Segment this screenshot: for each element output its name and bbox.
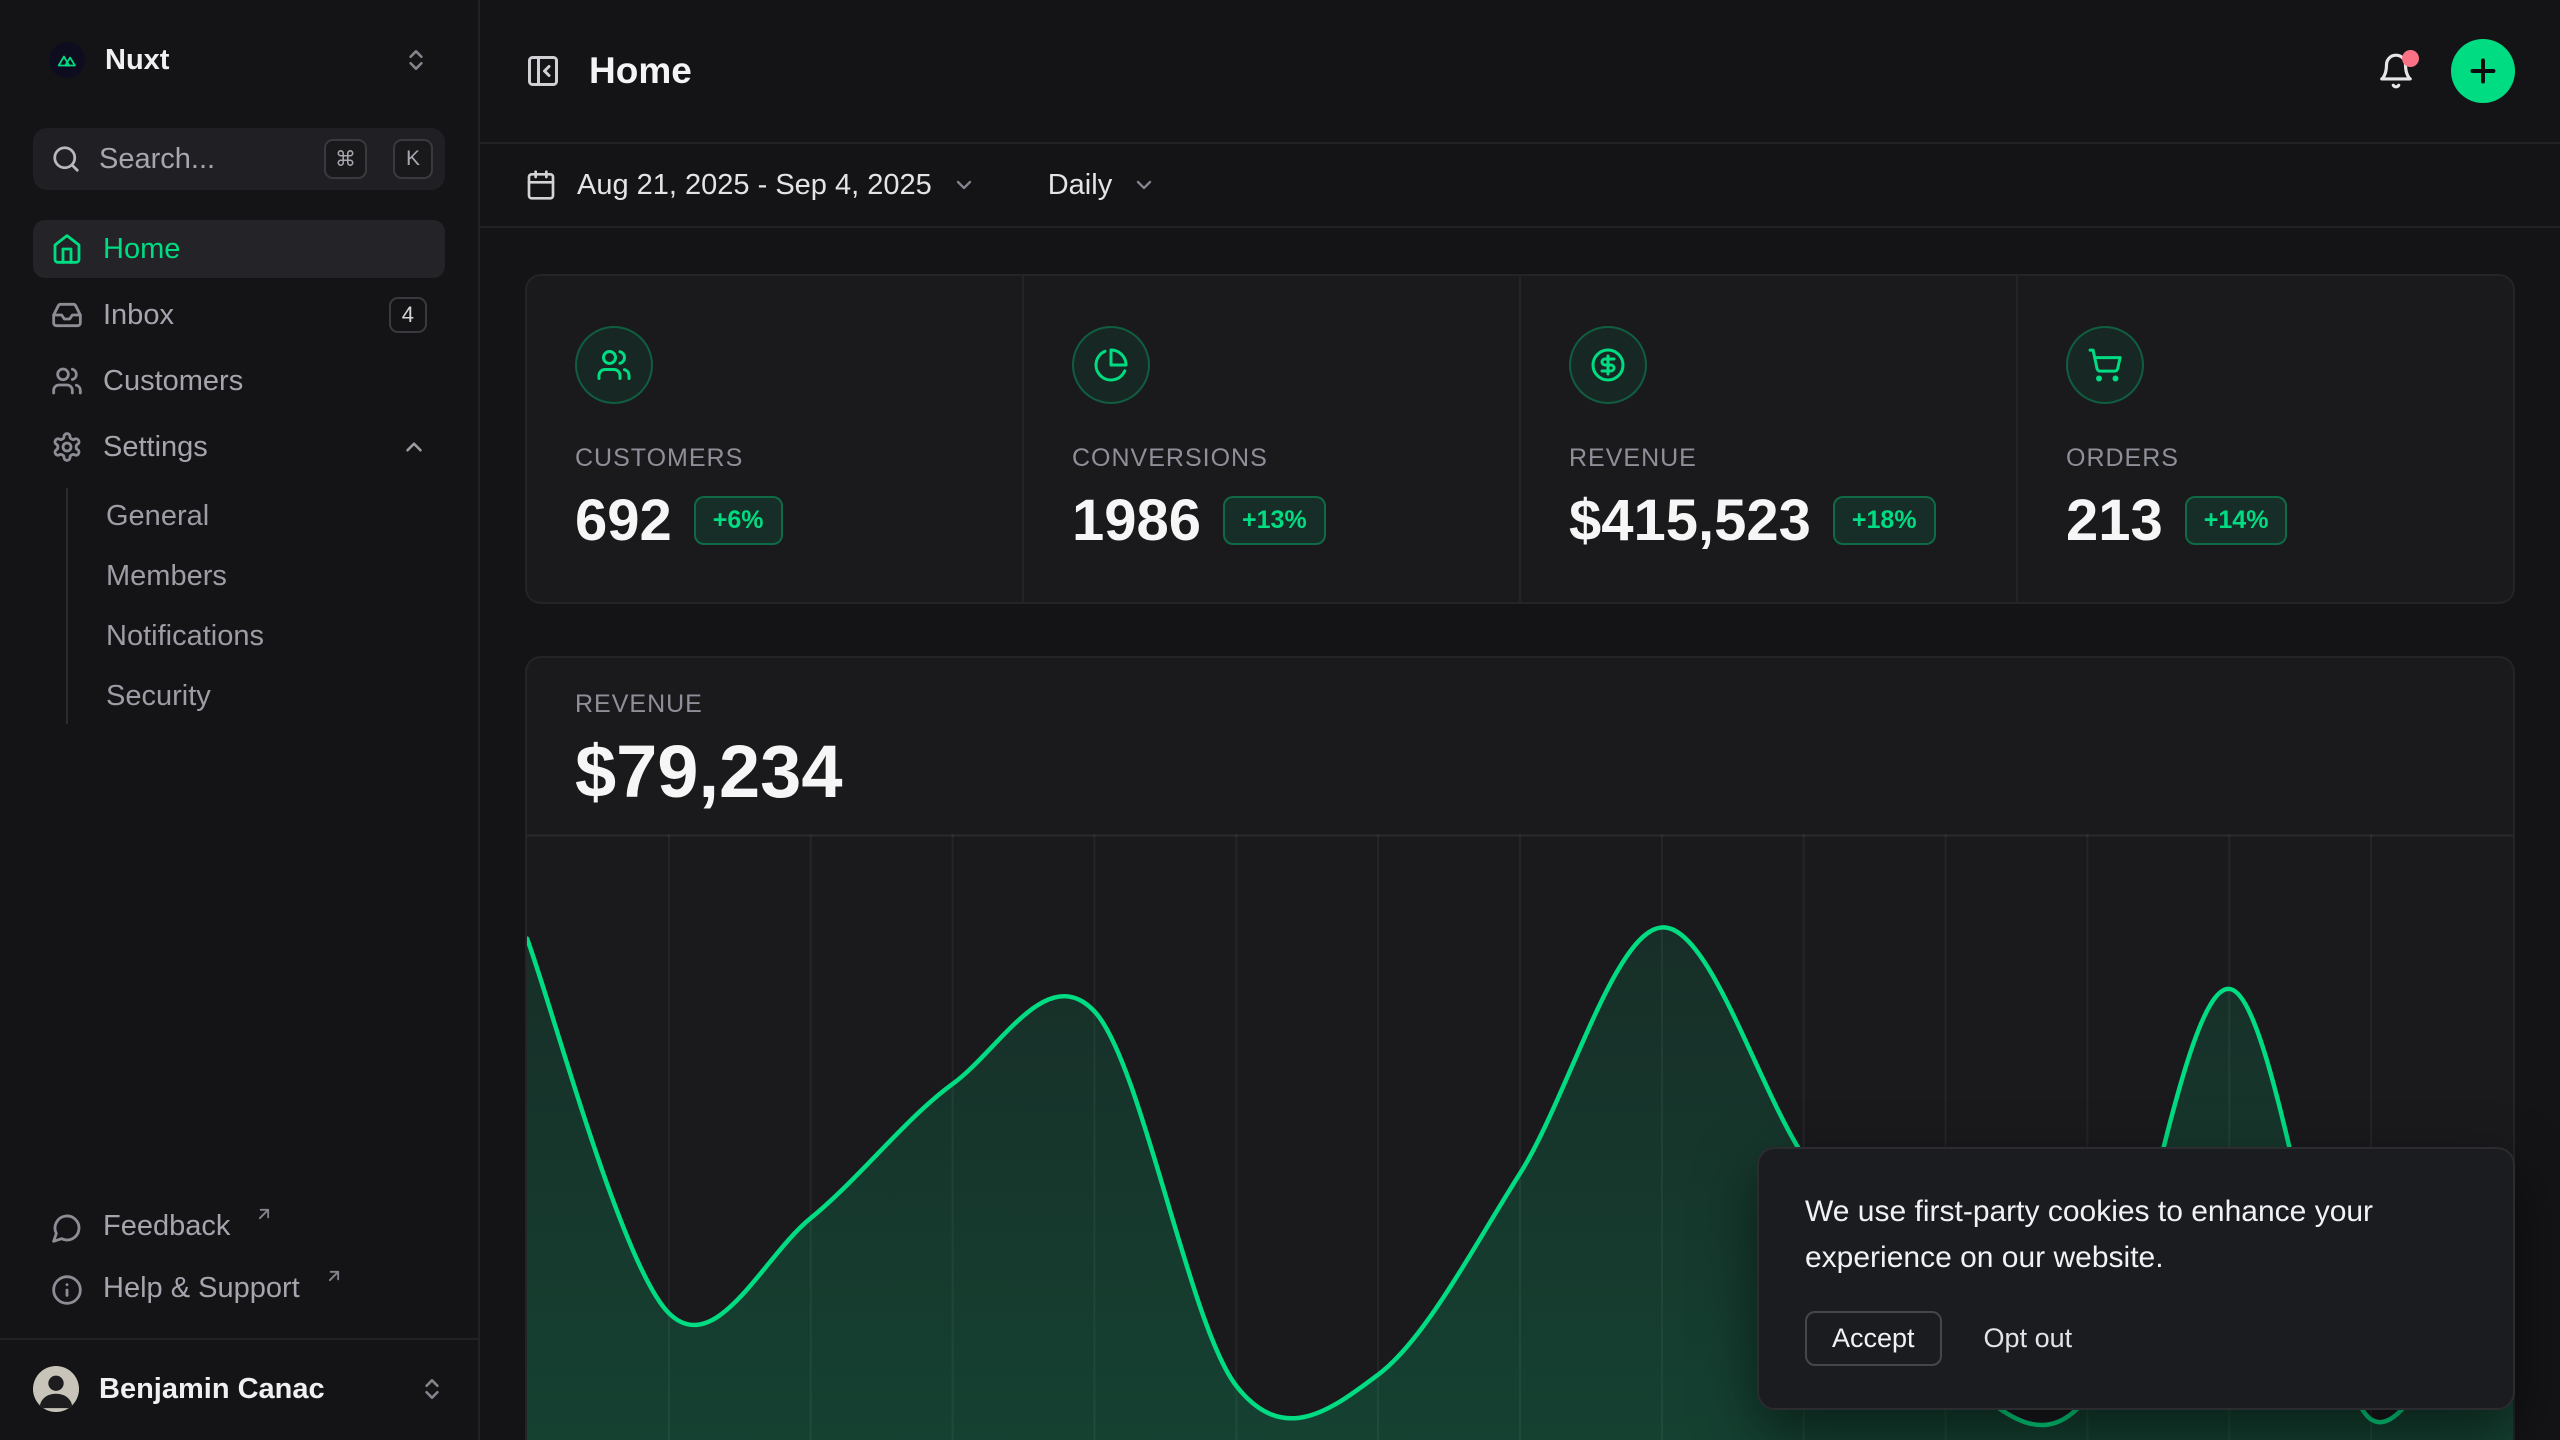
sidebar-item-label: Home bbox=[103, 233, 180, 266]
sidebar-footer: Feedback Help & Support bbox=[33, 1200, 445, 1338]
chevron-down-icon bbox=[952, 173, 976, 197]
notifications-bell-icon[interactable] bbox=[2377, 52, 2415, 90]
cookie-consent-banner: We use first-party cookies to enhance yo… bbox=[1757, 1147, 2515, 1410]
kbd-cmd: ⌘ bbox=[324, 139, 367, 179]
date-range-label: Aug 21, 2025 - Sep 4, 2025 bbox=[577, 169, 932, 202]
sidebar-item-label: Inbox bbox=[103, 299, 174, 332]
chevron-up-icon bbox=[401, 434, 427, 460]
external-link-icon bbox=[254, 1204, 274, 1224]
revenue-panel-header: REVENUE $79,234 bbox=[527, 658, 2513, 814]
sidebar-item-members[interactable]: Members bbox=[106, 548, 445, 604]
sidebar-item-settings[interactable]: Settings bbox=[33, 418, 445, 476]
workspace-name: Nuxt bbox=[105, 44, 169, 77]
stat-card-orders[interactable]: ORDERS 213 +14% bbox=[2018, 276, 2513, 602]
chevron-up-down-icon bbox=[419, 1376, 445, 1402]
inbox-icon bbox=[51, 299, 83, 331]
chevron-up-down-icon bbox=[403, 47, 429, 73]
revenue-total-value: $79,234 bbox=[575, 729, 2465, 814]
external-link-icon bbox=[324, 1266, 344, 1286]
info-circle-icon bbox=[51, 1274, 83, 1306]
cookie-message: We use first-party cookies to enhance yo… bbox=[1805, 1189, 2453, 1281]
user-menu[interactable]: Benjamin Canac bbox=[17, 1356, 461, 1422]
stat-value: 213 bbox=[2066, 487, 2163, 554]
pie-chart-icon bbox=[1072, 326, 1150, 404]
sidebar-spacer bbox=[33, 728, 445, 1200]
workspace-selector[interactable]: Nuxt bbox=[33, 34, 445, 86]
users-icon bbox=[51, 365, 83, 397]
feedback-link[interactable]: Feedback bbox=[33, 1200, 445, 1258]
sidebar-item-home[interactable]: Home bbox=[33, 220, 445, 278]
header-actions bbox=[2377, 39, 2515, 103]
stat-delta-badge: +6% bbox=[694, 496, 783, 545]
sidebar-item-customers[interactable]: Customers bbox=[33, 352, 445, 410]
search-placeholder: Search... bbox=[99, 143, 306, 176]
sidebar-item-inbox[interactable]: Inbox 4 bbox=[33, 286, 445, 344]
stat-delta-badge: +14% bbox=[2185, 496, 2288, 545]
sidebar-nav: Home Inbox 4 Customers Settings Ge bbox=[33, 220, 445, 728]
sidebar-item-label: Settings bbox=[103, 431, 208, 464]
stat-delta-badge: +13% bbox=[1223, 496, 1326, 545]
stat-value: 692 bbox=[575, 487, 672, 554]
sidebar-item-security[interactable]: Security bbox=[106, 668, 445, 724]
stat-card-customers[interactable]: CUSTOMERS 692 +6% bbox=[527, 276, 1022, 602]
date-range-picker[interactable]: Aug 21, 2025 - Sep 4, 2025 bbox=[525, 169, 976, 202]
sidebar-item-notifications[interactable]: Notifications bbox=[106, 608, 445, 664]
page-header: Home bbox=[480, 0, 2560, 144]
cookie-actions: Accept Opt out bbox=[1805, 1311, 2467, 1366]
stat-delta-badge: +18% bbox=[1833, 496, 1936, 545]
sidebar: Nuxt Search... ⌘ K Home Inbox 4 bbox=[0, 0, 480, 1440]
sidebar-item-label: Customers bbox=[103, 365, 243, 398]
page-title: Home bbox=[589, 50, 692, 92]
stat-value: 1986 bbox=[1072, 487, 1201, 554]
avatar bbox=[33, 1366, 79, 1412]
stats-grid: CUSTOMERS 692 +6% CONVERSIONS 1986 +13% bbox=[525, 274, 2515, 604]
sidebar-item-general[interactable]: General bbox=[106, 488, 445, 544]
stat-label: ORDERS bbox=[2066, 444, 2465, 473]
stat-label: CONVERSIONS bbox=[1072, 444, 1471, 473]
new-item-button[interactable] bbox=[2451, 39, 2515, 103]
nuxt-logo-icon bbox=[49, 42, 85, 78]
collapse-sidebar-button[interactable] bbox=[525, 53, 561, 89]
stat-label: REVENUE bbox=[1569, 444, 1968, 473]
calendar-icon bbox=[525, 169, 557, 201]
search-input[interactable]: Search... ⌘ K bbox=[33, 128, 445, 190]
feedback-label: Feedback bbox=[103, 1210, 230, 1243]
help-support-label: Help & Support bbox=[103, 1272, 300, 1305]
search-icon bbox=[51, 144, 81, 174]
revenue-label: REVENUE bbox=[575, 690, 2465, 719]
stat-card-conversions[interactable]: CONVERSIONS 1986 +13% bbox=[1024, 276, 1519, 602]
unread-dot bbox=[2402, 50, 2419, 67]
user-section: Benjamin Canac bbox=[0, 1338, 478, 1440]
granularity-select[interactable]: Daily bbox=[1048, 169, 1156, 202]
user-name: Benjamin Canac bbox=[99, 1373, 325, 1406]
shopping-cart-icon bbox=[2066, 326, 2144, 404]
stat-value: $415,523 bbox=[1569, 487, 1811, 554]
kbd-k: K bbox=[393, 139, 433, 179]
stat-card-revenue[interactable]: REVENUE $415,523 +18% bbox=[1521, 276, 2016, 602]
users-icon bbox=[575, 326, 653, 404]
settings-subnav: General Members Notifications Security bbox=[66, 488, 445, 724]
inbox-unread-badge: 4 bbox=[389, 297, 427, 333]
chat-bubble-icon bbox=[51, 1212, 83, 1244]
chevron-down-icon bbox=[1132, 173, 1156, 197]
help-support-link[interactable]: Help & Support bbox=[33, 1262, 445, 1320]
opt-out-button[interactable]: Opt out bbox=[1984, 1323, 2073, 1354]
home-icon bbox=[51, 233, 83, 265]
accept-button[interactable]: Accept bbox=[1805, 1311, 1942, 1366]
gear-icon bbox=[51, 431, 83, 463]
filters-toolbar: Aug 21, 2025 - Sep 4, 2025 Daily bbox=[480, 144, 2560, 228]
circle-dollar-icon bbox=[1569, 326, 1647, 404]
stat-label: CUSTOMERS bbox=[575, 444, 974, 473]
granularity-label: Daily bbox=[1048, 169, 1112, 202]
